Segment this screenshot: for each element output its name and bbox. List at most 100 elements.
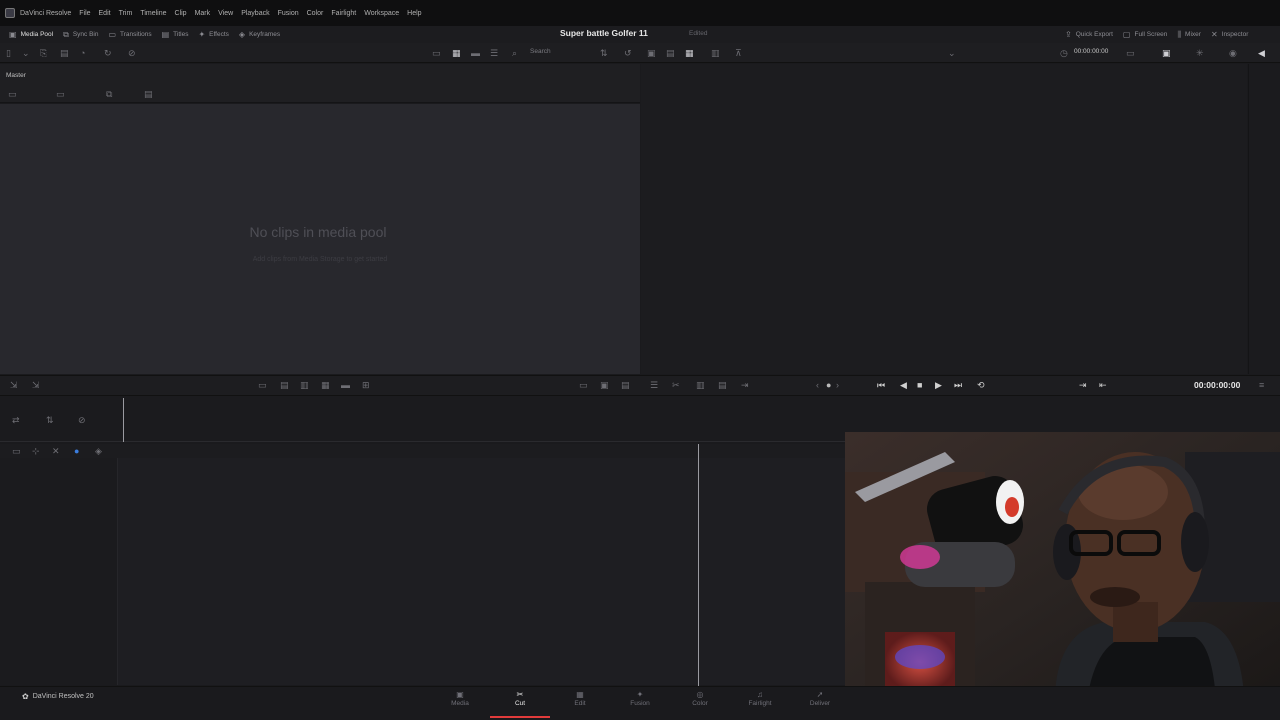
import-media-icon[interactable]: ⎘: [40, 48, 47, 59]
bin-icon[interactable]: ▭: [56, 89, 65, 100]
refresh-icon[interactable]: ↺: [624, 48, 632, 59]
metadata-icon[interactable]: ◔: [80, 48, 85, 58]
skip-end-icon[interactable]: ⏭: [954, 380, 962, 391]
bin-icon[interactable]: ▤: [144, 89, 153, 100]
transitions-button[interactable]: ▭ Transitions: [103, 26, 156, 43]
cut-tool-icon[interactable]: ✂: [672, 380, 680, 391]
audio-tool-icon[interactable]: ▤: [718, 380, 727, 391]
page-tab-cut[interactable]: ✂ Cut: [490, 688, 550, 718]
stop-icon[interactable]: ■: [917, 380, 922, 390]
media-pool-button[interactable]: ▣ Media Pool: [4, 26, 58, 43]
list-view-icon[interactable]: ▭: [432, 48, 441, 59]
play-reverse-icon[interactable]: ◀: [900, 380, 907, 391]
upper-timeline-ruler[interactable]: [0, 396, 1280, 408]
link-icon[interactable]: ⊘: [128, 48, 136, 59]
sync-icon[interactable]: ↻: [104, 48, 112, 59]
timeline-viewer-icon[interactable]: ▦: [685, 48, 694, 59]
source-overwrite-icon[interactable]: ⊞: [362, 380, 370, 391]
audio-track-icon[interactable]: ▤: [621, 380, 630, 391]
export-clip-icon[interactable]: ⇥: [741, 380, 749, 391]
smart-insert-icon[interactable]: ▭: [258, 380, 267, 391]
mark-in-icon[interactable]: ⇥: [1079, 380, 1087, 391]
color-picker-icon[interactable]: ◉: [1229, 48, 1237, 59]
detail-view-icon[interactable]: ☰: [490, 48, 498, 59]
marker-dot-icon[interactable]: ●: [826, 380, 831, 390]
thumbnail-view-icon[interactable]: ▦: [452, 48, 461, 59]
menu-trim[interactable]: Trim: [119, 10, 133, 17]
marker-icon[interactable]: ●: [74, 446, 79, 456]
mixer-button[interactable]: ⫼ Mixer: [1172, 26, 1206, 43]
append-icon[interactable]: ▤: [280, 380, 289, 391]
ripple-overwrite-icon[interactable]: ▥: [300, 380, 309, 391]
track-tool-icon[interactable]: ⇄: [12, 415, 20, 426]
inspector-button[interactable]: ✕ Inspector: [1206, 26, 1253, 43]
display-icon[interactable]: ▣: [1162, 48, 1171, 59]
multiview-icon[interactable]: ▥: [711, 48, 720, 59]
keyframes-button[interactable]: ◈ Keyframes: [234, 26, 285, 43]
filmstrip-view-icon[interactable]: ▬: [471, 48, 480, 58]
viewer-panel[interactable]: [641, 64, 1247, 374]
transform-icon[interactable]: ✳: [1196, 48, 1204, 59]
search-icon[interactable]: ⌕: [512, 48, 517, 59]
menu-mark[interactable]: Mark: [195, 10, 211, 17]
close-up-icon[interactable]: ▦: [321, 380, 330, 391]
app-title[interactable]: DaVinci Resolve: [20, 10, 71, 17]
page-tab-color[interactable]: ◎ Color: [670, 688, 730, 718]
loop-icon[interactable]: ⟲: [977, 380, 985, 391]
lower-timeline-ruler[interactable]: ▭ ⊹ ✕ ● ◈: [0, 444, 845, 458]
panel-toggle-icon[interactable]: ▯: [6, 48, 11, 59]
search-input[interactable]: Search: [530, 48, 551, 55]
options-menu-icon[interactable]: ≡: [1259, 380, 1264, 390]
quick-export-button[interactable]: ⇪ Quick Export: [1060, 26, 1118, 43]
track-snap-icon[interactable]: ⊹: [32, 446, 40, 457]
page-tab-edit[interactable]: ▦ Edit: [550, 688, 610, 718]
sync-bin-button[interactable]: ⧉ Sync Bin: [58, 26, 103, 43]
viewer-mode-icon[interactable]: ▭: [1126, 48, 1135, 59]
menu-workspace[interactable]: Workspace: [364, 10, 399, 17]
menu-view[interactable]: View: [218, 10, 233, 17]
effects-button[interactable]: ✦ Effects: [193, 26, 233, 43]
page-tab-deliver[interactable]: ➚ Deliver: [790, 688, 850, 718]
flag-icon[interactable]: ◈: [95, 446, 102, 457]
source-tape-icon[interactable]: ▤: [666, 48, 675, 59]
transition-tool-icon[interactable]: ▥: [696, 380, 705, 391]
mark-out-icon[interactable]: ⇤: [1099, 380, 1107, 391]
safe-area-icon[interactable]: ⊼: [735, 48, 742, 59]
sort-icon[interactable]: ⇅: [600, 48, 608, 59]
track-lock-icon[interactable]: ▭: [12, 446, 21, 457]
upper-playhead[interactable]: [123, 398, 124, 442]
titles-button[interactable]: ▤ Titles: [157, 26, 194, 43]
bin-name[interactable]: Master: [6, 72, 26, 79]
place-on-top-icon[interactable]: ▬: [341, 380, 350, 390]
viewer-dropdown-icon[interactable]: ⌄: [948, 48, 956, 59]
menu-color[interactable]: Color: [307, 10, 324, 17]
dropdown-chevron-icon[interactable]: ⌄: [22, 48, 30, 59]
menu-clip[interactable]: Clip: [175, 10, 187, 17]
timeline-option-icon[interactable]: ⇲: [10, 380, 18, 391]
menu-edit[interactable]: Edit: [99, 10, 111, 17]
menu-playback[interactable]: Playback: [241, 10, 269, 17]
play-icon[interactable]: ▶: [935, 380, 942, 391]
menu-fusion[interactable]: Fusion: [278, 10, 299, 17]
timeline-settings-icon[interactable]: ☰: [650, 380, 658, 391]
menu-timeline[interactable]: Timeline: [140, 10, 166, 17]
page-tab-fusion[interactable]: ✦ Fusion: [610, 688, 670, 718]
page-tab-media[interactable]: ▣ Media: [430, 688, 490, 718]
track-tool-icon[interactable]: ⇅: [46, 415, 54, 426]
next-edit-icon[interactable]: ›: [836, 380, 839, 390]
import-folder-icon[interactable]: ▤: [60, 48, 69, 59]
menu-fairlight[interactable]: Fairlight: [331, 10, 356, 17]
track-tool-icon[interactable]: ⊘: [78, 415, 86, 426]
volume-icon[interactable]: ◀: [1258, 48, 1265, 59]
bin-icon[interactable]: ⧉: [106, 89, 112, 100]
audio-track-icon[interactable]: ▭: [579, 380, 588, 391]
menu-help[interactable]: Help: [407, 10, 421, 17]
full-screen-button[interactable]: ▢ Full Screen: [1118, 26, 1172, 43]
timeline-option-icon[interactable]: ⇲: [32, 380, 40, 391]
menu-file[interactable]: File: [79, 10, 90, 17]
page-tab-fairlight[interactable]: ♫ Fairlight: [730, 688, 790, 718]
previous-edit-icon[interactable]: ‹: [816, 380, 819, 390]
source-clip-icon[interactable]: ▣: [647, 48, 656, 59]
skip-start-icon[interactable]: ⏮: [877, 380, 885, 391]
lower-timeline[interactable]: [117, 458, 845, 685]
